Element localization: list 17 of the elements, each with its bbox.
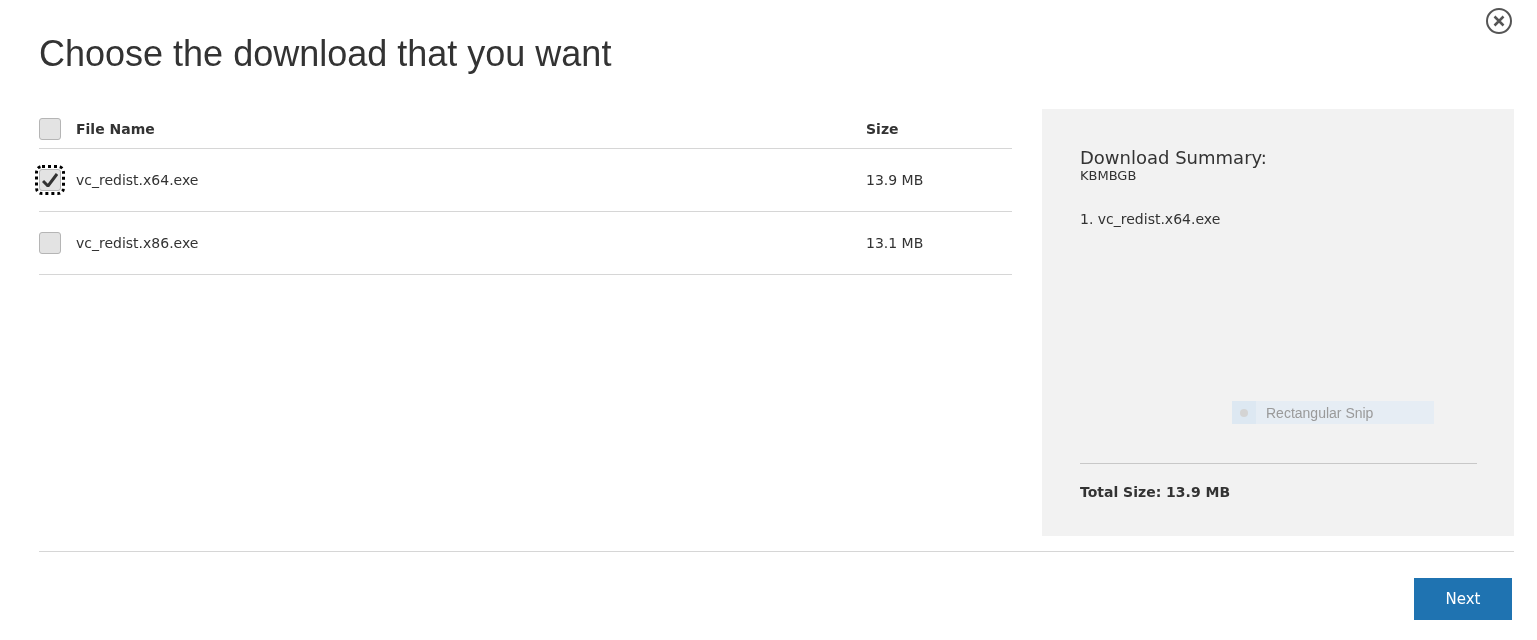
file-size: 13.1 MB bbox=[866, 235, 925, 251]
file-name: vc_redist.x86.exe bbox=[76, 235, 200, 251]
file-checkbox[interactable] bbox=[39, 232, 61, 254]
summary-item: 1. vc_redist.x64.exe bbox=[1080, 211, 1222, 227]
column-header: File Name bbox=[76, 120, 156, 137]
next-button[interactable]: Next bbox=[1414, 578, 1512, 620]
dot-icon bbox=[1240, 408, 1248, 417]
file-name: vc_redist.x64.exe bbox=[76, 172, 200, 188]
page-title: Choose the download that you want bbox=[39, 34, 613, 74]
total-size: Total Size: 13.9 MB bbox=[1080, 463, 1477, 500]
summary-heading: Download Summary: bbox=[1080, 147, 1268, 168]
checkmark-icon bbox=[42, 173, 58, 187]
column-header: Size bbox=[866, 120, 900, 137]
close-button[interactable] bbox=[1485, 7, 1513, 35]
file-size: 13.9 MB bbox=[866, 172, 925, 188]
summary-subheading: KBMBGB bbox=[1080, 168, 1138, 183]
select-all-checkbox[interactable] bbox=[39, 117, 61, 140]
